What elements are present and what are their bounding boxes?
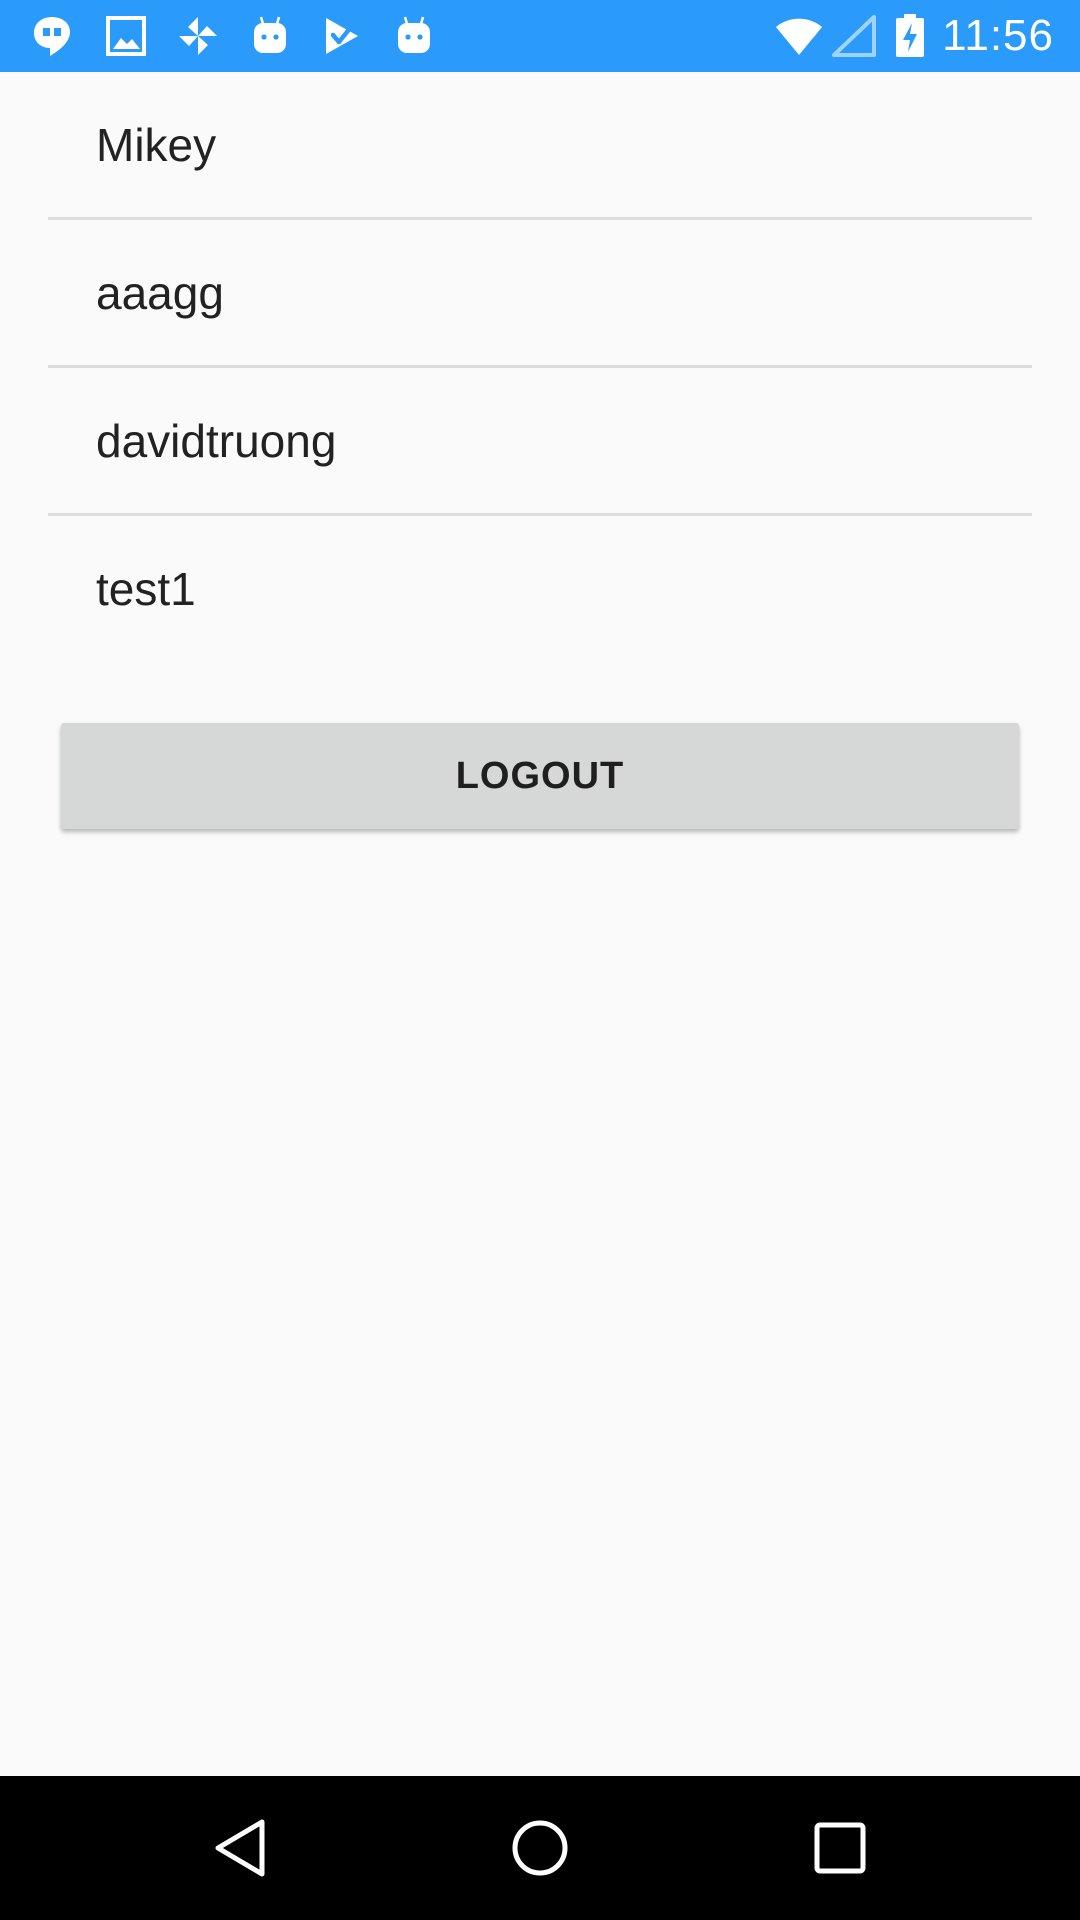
list-item-label: test1 [96, 562, 196, 615]
user-list: Mikey aaagg davidtruong test1 [48, 72, 1032, 661]
list-item[interactable]: test1 [48, 516, 1032, 661]
battery-charging-icon [893, 13, 927, 59]
wifi-icon [774, 13, 824, 59]
list-item[interactable]: aaagg [48, 220, 1032, 368]
play-store-icon [318, 13, 366, 59]
list-item[interactable]: davidtruong [48, 368, 1032, 516]
logout-button[interactable]: LOGOUT [61, 723, 1019, 829]
list-item-label: davidtruong [96, 414, 337, 467]
pinwheel-icon [174, 13, 222, 59]
home-icon[interactable] [504, 1812, 576, 1884]
navigation-bar [0, 1776, 1080, 1920]
list-item-label: Mikey [96, 118, 217, 171]
image-icon [102, 13, 150, 59]
list-item-label: aaagg [96, 266, 224, 319]
status-time: 11:56 [942, 11, 1054, 60]
back-icon[interactable] [204, 1812, 276, 1884]
hangouts-icon [28, 13, 76, 59]
recents-icon[interactable] [804, 1812, 876, 1884]
android-icon [390, 13, 438, 59]
status-bar: 11:56 [0, 0, 1080, 72]
cellular-signal-icon [830, 13, 878, 59]
android-icon [246, 13, 294, 59]
list-item[interactable]: Mikey [48, 72, 1032, 220]
